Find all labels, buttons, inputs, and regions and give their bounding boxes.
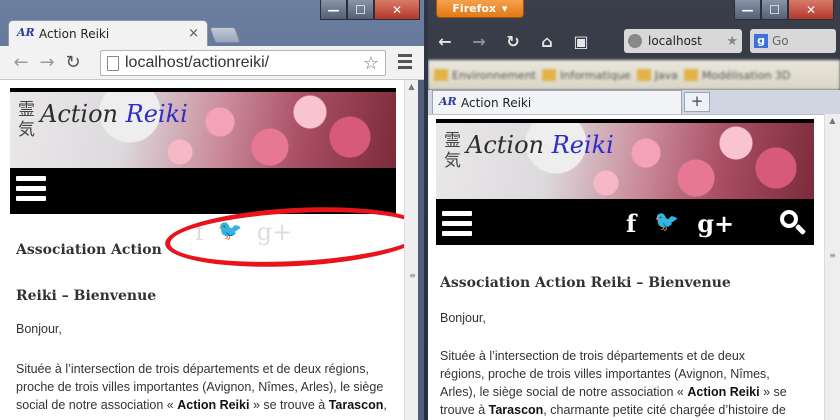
firefox-toolbar: ← → ↻ ⌂ ▣ localhost ★ g Go bbox=[428, 22, 840, 60]
site-banner: 霊 気 Action Reiki bbox=[10, 88, 396, 168]
bookmarks-menu-icon[interactable]: ▣ bbox=[564, 32, 598, 51]
reiki-kanji-logo: 霊 気 bbox=[444, 131, 461, 171]
chrome-menu-icon[interactable] bbox=[398, 54, 412, 72]
chrome-scrollbar[interactable]: ▲ ≡ bbox=[404, 80, 418, 420]
close-window-button[interactable]: ✕ bbox=[374, 0, 420, 20]
search-icon[interactable] bbox=[780, 210, 807, 236]
address-bar[interactable]: localhost ★ bbox=[624, 29, 742, 53]
heading-line-2: Reiki – Bienvenue bbox=[16, 288, 157, 304]
site-identity-icon[interactable] bbox=[628, 34, 642, 48]
logo-reiki-text: Reiki bbox=[551, 131, 614, 159]
firefox-scrollbar[interactable]: ▲ ≡ bbox=[824, 114, 840, 420]
bookmark-star-icon[interactable]: ★ bbox=[726, 34, 738, 49]
tab-close-icon[interactable]: × bbox=[188, 26, 199, 41]
back-arrow-icon[interactable]: ← bbox=[428, 32, 462, 51]
close-window-button[interactable]: ✕ bbox=[788, 0, 834, 20]
desktop: — ☐ ✕ AR Action Reiki × ← → ↻ localhost/… bbox=[0, 0, 840, 420]
tab-title: Action Reiki bbox=[39, 26, 110, 41]
reload-icon[interactable]: ↻ bbox=[60, 52, 86, 73]
paragraph-line: Arles), le siège social de notre associa… bbox=[440, 385, 787, 399]
logo-action-text: Action bbox=[466, 131, 544, 159]
greeting-text: Bonjour, bbox=[16, 322, 62, 336]
firefox-window-controls: — ☐ ✕ bbox=[734, 0, 834, 20]
social-icons: f 🐦 g+ bbox=[626, 209, 734, 238]
google-engine-icon[interactable]: g bbox=[754, 34, 768, 48]
paragraph-line: régions, proche de trois villes importan… bbox=[440, 367, 770, 381]
intro-paragraph: Située à l’intersection de trois départe… bbox=[16, 360, 390, 414]
firefox-window: Firefox ▾ — ☐ ✕ ← → ↻ ⌂ ▣ localhost ★ g G… bbox=[428, 0, 840, 420]
google-plus-icon[interactable]: g+ bbox=[697, 209, 734, 238]
intro-paragraph: Située à l’intersection de trois départe… bbox=[440, 347, 810, 419]
twitter-icon[interactable]: 🐦 bbox=[654, 209, 679, 238]
bookmark-folder[interactable]: Java bbox=[636, 69, 678, 82]
search-box[interactable]: g Go bbox=[750, 29, 836, 53]
chrome-page-viewport: 霊 気 Action Reiki f 🐦 g+ Association Acti… bbox=[0, 80, 404, 420]
site-logo[interactable]: Action Reiki bbox=[40, 100, 188, 128]
reiki-favicon-icon: AR bbox=[439, 94, 457, 108]
bookmark-folder[interactable]: Informatique bbox=[541, 69, 631, 82]
search-placeholder: Go bbox=[772, 34, 789, 48]
forward-arrow-icon[interactable]: → bbox=[462, 32, 496, 51]
firefox-tab[interactable]: AR Action Reiki bbox=[432, 90, 682, 114]
chrome-toolbar: ← → ↻ localhost/actionreiki/ ☆ bbox=[0, 46, 424, 80]
chrome-border bbox=[418, 80, 424, 420]
greeting-text: Bonjour, bbox=[440, 311, 486, 325]
scroll-thumb-grip[interactable]: ≡ bbox=[408, 272, 417, 280]
bookmark-folder[interactable]: Environnement bbox=[434, 69, 536, 82]
maximize-button[interactable]: ☐ bbox=[347, 0, 374, 20]
chrome-window-controls: — ☐ ✕ bbox=[320, 0, 420, 20]
paragraph-line: social de notre association « Action Rei… bbox=[16, 398, 387, 412]
scroll-up-arrow-icon[interactable]: ▲ bbox=[825, 114, 840, 128]
bookmark-folder[interactable]: Modélisation 3D bbox=[683, 69, 791, 82]
minimize-button[interactable]: — bbox=[320, 0, 347, 20]
scroll-thumb-grip[interactable]: ≡ bbox=[828, 252, 837, 260]
firefox-tab-strip: AR Action Reiki + bbox=[428, 90, 840, 114]
hamburger-menu-icon[interactable] bbox=[442, 211, 472, 241]
scroll-up-arrow-icon[interactable]: ▲ bbox=[405, 80, 418, 94]
logo-action-text: Action bbox=[40, 100, 118, 128]
page-heading: Association Action Reiki – Bienvenue bbox=[440, 275, 731, 291]
heading-line-1: Association Action bbox=[16, 242, 162, 258]
site-nav-bar: f 🐦 g+ bbox=[436, 203, 814, 245]
address-bar[interactable]: localhost/actionreiki/ ☆ bbox=[100, 50, 386, 76]
chrome-window: — ☐ ✕ AR Action Reiki × ← → ↻ localhost/… bbox=[0, 0, 424, 420]
paragraph-line: trouve à Tarascon, charmante petite cité… bbox=[440, 403, 786, 417]
tab-title: Action Reiki bbox=[461, 95, 532, 110]
page-icon bbox=[107, 55, 119, 71]
bookmark-star-icon[interactable]: ☆ bbox=[363, 53, 379, 74]
facebook-icon[interactable]: f bbox=[626, 209, 636, 238]
reiki-favicon-icon: AR bbox=[17, 25, 35, 39]
maximize-button[interactable]: ☐ bbox=[761, 0, 788, 20]
new-tab-button[interactable]: + bbox=[684, 92, 710, 112]
firefox-page-viewport: 霊 気 Action Reiki f 🐦 g+ Association Acti… bbox=[428, 114, 824, 420]
forward-arrow-icon[interactable]: → bbox=[34, 52, 60, 73]
url-text: localhost bbox=[648, 34, 702, 48]
folder-icon bbox=[683, 69, 698, 81]
logo-reiki-text: Reiki bbox=[125, 100, 188, 128]
folder-icon bbox=[541, 69, 556, 81]
hamburger-menu-icon[interactable] bbox=[16, 176, 46, 206]
site-banner: 霊 気 Action Reiki bbox=[436, 119, 814, 203]
folder-icon bbox=[636, 69, 651, 81]
reiki-kanji-logo: 霊 気 bbox=[18, 100, 35, 140]
reload-icon[interactable]: ↻ bbox=[496, 32, 530, 51]
chrome-tab[interactable]: AR Action Reiki × bbox=[8, 20, 208, 46]
new-tab-button[interactable] bbox=[209, 27, 241, 43]
url-text: localhost/actionreiki/ bbox=[125, 54, 270, 71]
folder-icon bbox=[434, 69, 448, 81]
site-logo[interactable]: Action Reiki bbox=[466, 131, 614, 159]
minimize-button[interactable]: — bbox=[734, 0, 761, 20]
home-icon[interactable]: ⌂ bbox=[530, 32, 564, 51]
paragraph-line: Située à l’intersection de trois départe… bbox=[440, 349, 746, 363]
paragraph-line: proche de trois villes importantes (Avig… bbox=[16, 380, 384, 394]
paragraph-line: Située à l’intersection de trois départe… bbox=[16, 362, 369, 376]
firefox-menu-button[interactable]: Firefox ▾ bbox=[436, 0, 524, 18]
back-arrow-icon[interactable]: ← bbox=[8, 52, 34, 73]
bookmarks-toolbar: Environnement Informatique Java Modélisa… bbox=[428, 60, 840, 90]
